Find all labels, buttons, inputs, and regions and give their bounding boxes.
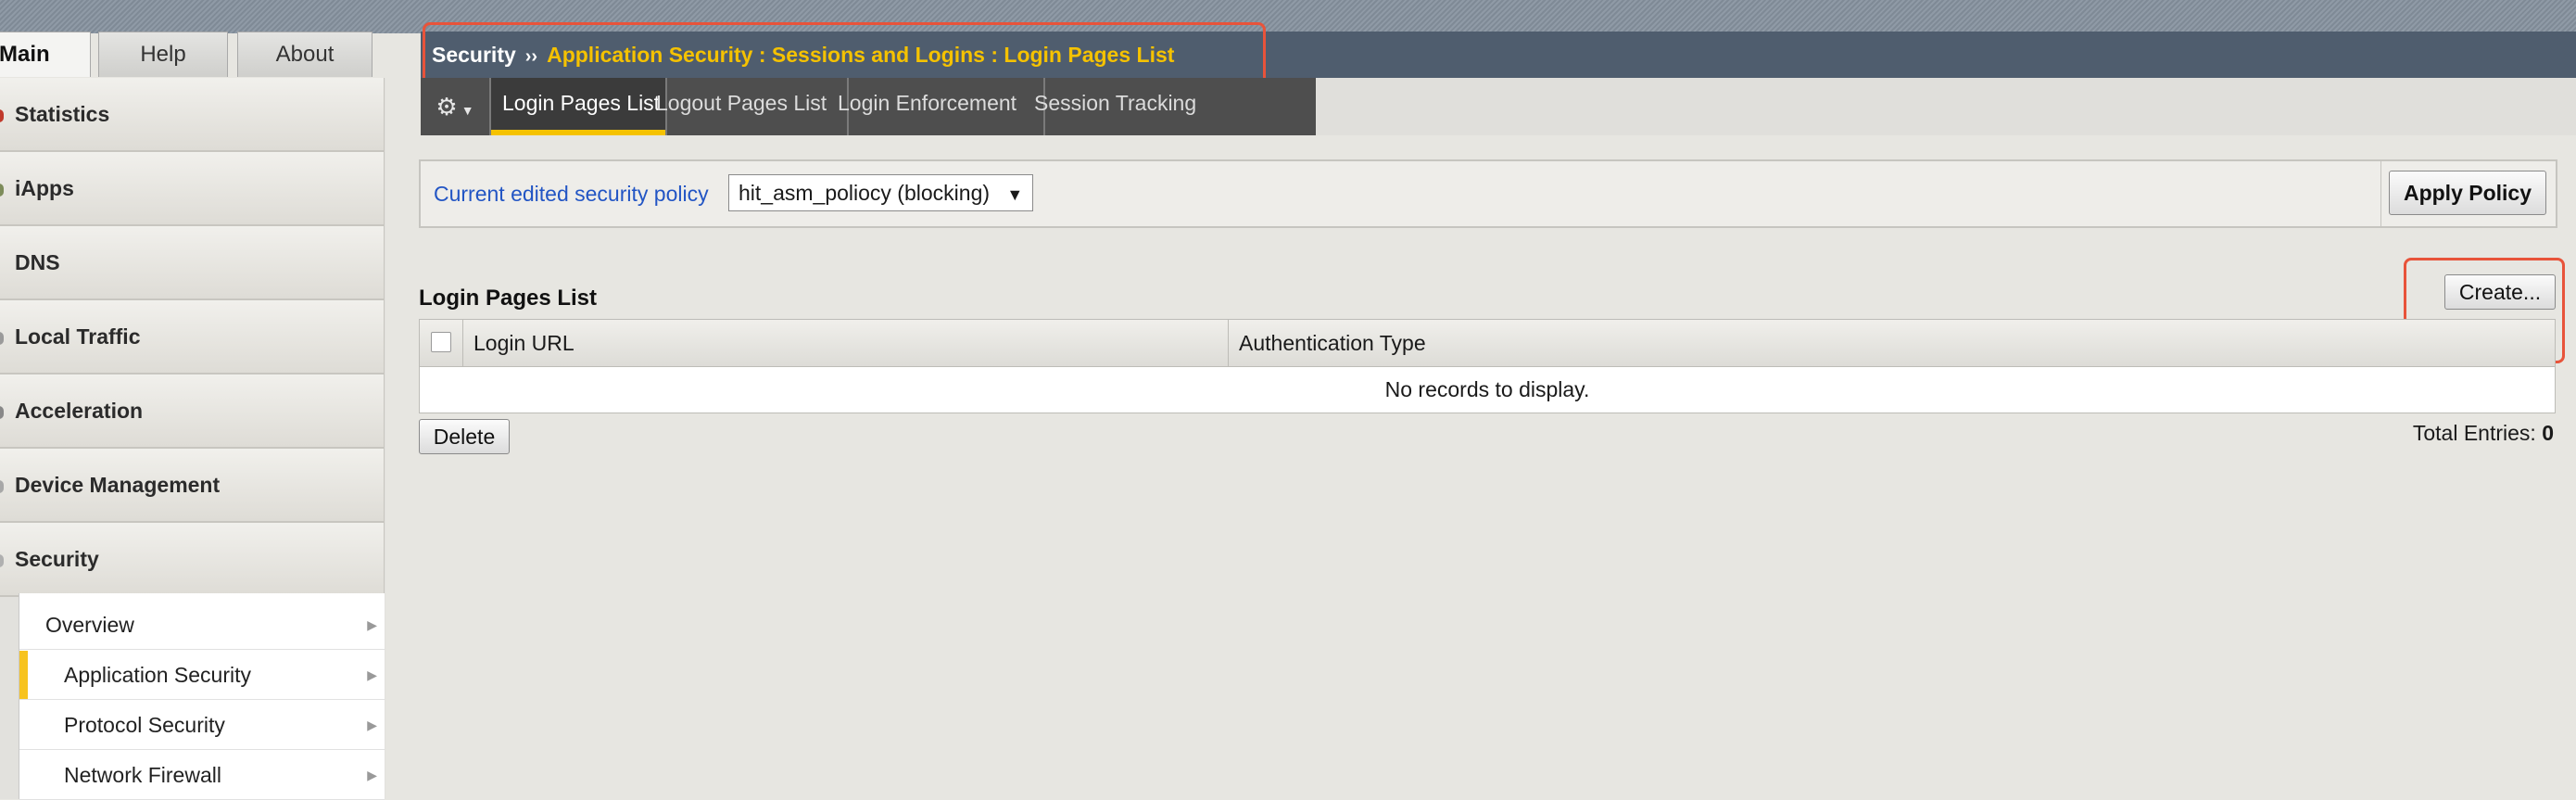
apply-policy-button[interactable]: Apply Policy: [2389, 171, 2546, 215]
submenu-item-network-firewall[interactable]: Network Firewall ▶: [19, 751, 385, 800]
submenu-item-label: Overview: [45, 613, 134, 637]
sidebar-item-label: Local Traffic: [15, 324, 141, 349]
empty-message: No records to display.: [1384, 377, 1590, 401]
security-submenu: Overview ▶ Application Security ▶ Protoc…: [19, 593, 385, 800]
policy-select[interactable]: hit_asm_poliocy (blocking) ▼: [728, 174, 1034, 211]
chevron-right-icon: ▶: [367, 617, 377, 632]
column-header-login-url[interactable]: Login URL: [474, 320, 575, 366]
sidebar-item-label: Device Management: [15, 473, 221, 497]
gear-icon[interactable]: ⚙ ▼: [421, 78, 491, 135]
sidebar-item-security[interactable]: Security: [0, 523, 385, 597]
tab-logout-pages-list[interactable]: Logout Pages List: [645, 78, 849, 135]
submenu-item-protocol-security[interactable]: Protocol Security ▶: [19, 701, 385, 750]
submenu-item-label: Application Security: [64, 663, 251, 687]
statistics-icon: [0, 109, 4, 122]
sidebar-item-label: DNS: [15, 250, 60, 274]
column-divider: [1228, 320, 1229, 366]
policy-label[interactable]: Current edited security policy: [434, 161, 709, 226]
tab-main[interactable]: Main: [0, 32, 91, 77]
submenu-item-label: Protocol Security: [64, 713, 225, 737]
chevron-right-icon: ▶: [367, 717, 377, 732]
sidebar-item-label: Security: [15, 547, 99, 571]
tab-help[interactable]: Help: [98, 32, 228, 77]
main-tabs: Main Help About: [0, 32, 385, 78]
acceleration-icon: [0, 406, 4, 419]
sidebar-item-acceleration[interactable]: Acceleration: [0, 375, 385, 449]
sidebar-item-device-management[interactable]: Device Management: [0, 449, 385, 523]
sidebar-item-label: iApps: [15, 176, 74, 200]
sidebar-item-local-traffic[interactable]: Local Traffic: [0, 300, 385, 375]
sidebar-item-label: Statistics: [15, 102, 110, 126]
column-header-authentication-type[interactable]: Authentication Type: [1239, 320, 1426, 366]
policy-divider: [2380, 161, 2381, 226]
submenu-item-overview[interactable]: Overview ▶: [19, 601, 385, 650]
local-traffic-icon: [0, 332, 4, 345]
sidebar-item-statistics[interactable]: Statistics: [0, 78, 385, 152]
sidebar-item-iapps[interactable]: iApps: [0, 152, 385, 226]
security-icon: [0, 554, 4, 567]
total-entries-value: 0: [2542, 421, 2554, 445]
table-header: Login URL Authentication Type: [420, 320, 2555, 367]
tab-login-pages-list[interactable]: Login Pages List: [491, 78, 667, 135]
dropdown-arrow-icon: ▼: [1006, 185, 1024, 204]
policy-bar: Current edited security policy hit_asm_p…: [419, 159, 2557, 228]
caret-down-icon: ▼: [461, 103, 474, 118]
submenu-item-label: Network Firewall: [64, 763, 221, 787]
total-entries: Total Entries: 0: [2413, 421, 2554, 446]
tab-session-tracking[interactable]: Session Tracking: [1023, 78, 1223, 135]
select-all-checkbox[interactable]: [431, 332, 451, 352]
column-divider: [462, 320, 463, 366]
top-strip: [0, 0, 2576, 33]
list-title: Login Pages List: [419, 286, 598, 311]
tab-about[interactable]: About: [237, 32, 373, 77]
iapps-icon: [0, 184, 4, 197]
sidebar-item-label: Acceleration: [15, 399, 144, 423]
subtab-bar-filler: [1316, 78, 2576, 135]
chevron-right-icon: ▶: [367, 667, 377, 682]
policy-select-value: hit_asm_poliocy (blocking): [739, 181, 991, 205]
login-pages-table: Login URL Authentication Type No records…: [419, 319, 2556, 413]
sidebar-item-dns[interactable]: DNS: [0, 226, 385, 300]
delete-button[interactable]: Delete: [419, 419, 510, 454]
device-management-icon: [0, 480, 4, 493]
total-entries-label: Total Entries:: [2412, 421, 2536, 445]
subtab-bar: ⚙ ▼ Login Pages List Logout Pages List Lo…: [421, 78, 1316, 135]
tab-login-enforcement[interactable]: Login Enforcement: [827, 78, 1045, 135]
chevron-right-icon: ▶: [367, 768, 377, 782]
submenu-item-application-security[interactable]: Application Security ▶: [19, 651, 385, 700]
